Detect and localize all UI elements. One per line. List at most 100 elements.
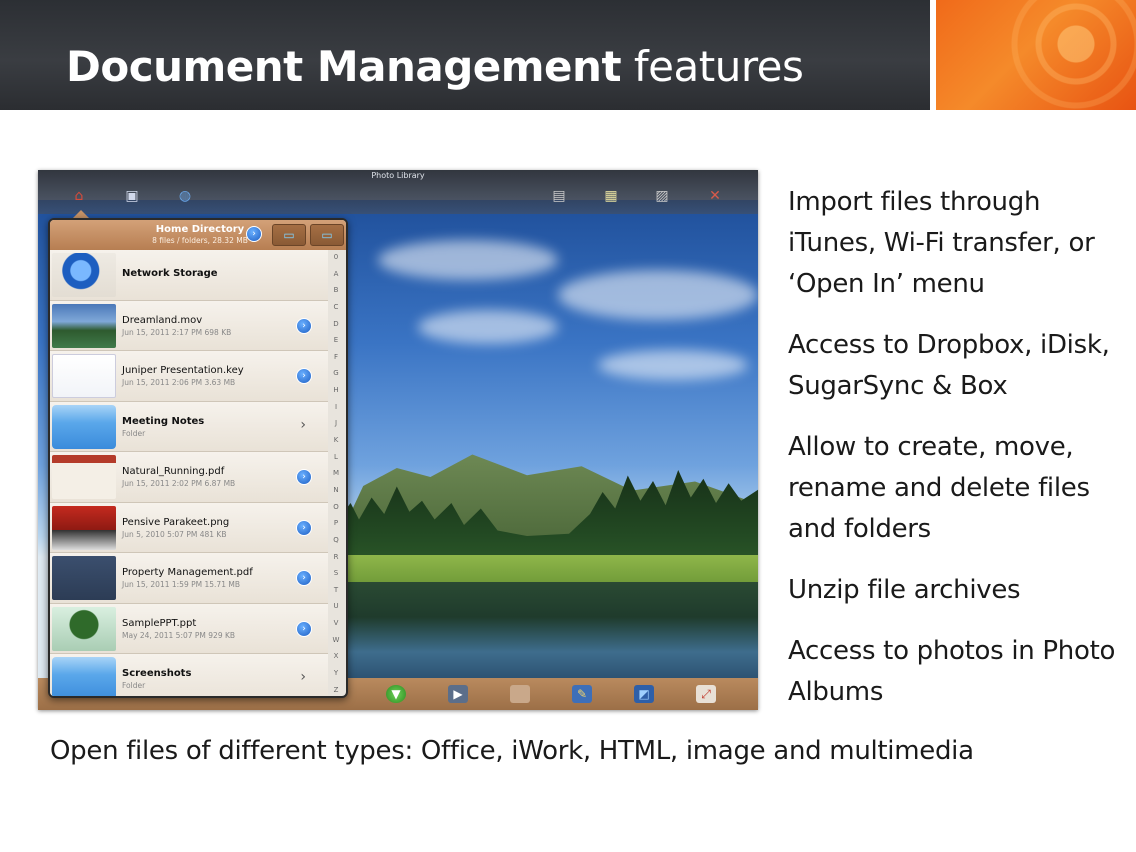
folder-icon bbox=[52, 404, 116, 449]
index-letter[interactable]: T bbox=[334, 586, 338, 594]
list-item[interactable]: Property Management.pdf Jun 15, 2011 1:5… bbox=[50, 553, 328, 604]
feature-item: Access to Dropbox, iDisk, SugarSync & Bo… bbox=[788, 330, 1110, 401]
detail-disclosure-icon[interactable]: › bbox=[296, 570, 312, 586]
note-icon[interactable]: ▦ bbox=[600, 186, 622, 206]
row-meta: Jun 5, 2010 5:07 PM 481 KB bbox=[122, 529, 227, 539]
cloud bbox=[558, 270, 758, 320]
chevron-right-icon: › bbox=[300, 416, 306, 433]
row-name: Network Storage bbox=[122, 268, 218, 279]
list-item[interactable]: Natural_Running.pdf Jun 15, 2011 2:02 PM… bbox=[50, 452, 328, 503]
row-name: Meeting Notes bbox=[122, 415, 205, 427]
row-meta: Jun 15, 2011 2:17 PM 698 KB bbox=[122, 327, 232, 337]
index-letter[interactable]: X bbox=[334, 653, 339, 660]
meadow bbox=[338, 555, 758, 585]
panel-header: Home Directory 8 files / folders, 28.32 … bbox=[50, 220, 346, 250]
list-item[interactable]: Screenshots Folder › bbox=[50, 654, 328, 696]
pdf-thumbnail bbox=[52, 455, 116, 499]
crop-icon[interactable]: ◩ bbox=[634, 685, 654, 703]
chevron-right-icon: › bbox=[300, 669, 306, 685]
index-letter[interactable]: Z bbox=[334, 686, 339, 694]
detail-disclosure-icon[interactable]: › bbox=[296, 317, 312, 334]
detail-disclosure-icon[interactable]: › bbox=[296, 368, 312, 384]
fullscreen-icon[interactable]: ⤢ bbox=[696, 685, 716, 703]
index-letter[interactable]: M bbox=[333, 470, 339, 477]
video-thumbnail bbox=[52, 303, 116, 348]
index-letter[interactable]: G bbox=[333, 370, 338, 377]
frame-icon[interactable] bbox=[510, 685, 530, 703]
row-name: Pensive Parakeet.png bbox=[122, 516, 230, 528]
slide-title-rest: features bbox=[633, 42, 804, 91]
lake bbox=[338, 582, 758, 682]
list-item[interactable]: SamplePPT.ppt May 24, 2011 5:07 PM 929 K… bbox=[50, 603, 328, 654]
index-letter[interactable]: N bbox=[333, 486, 338, 494]
panel-tab-cloud-icon[interactable]: ▭ bbox=[310, 224, 344, 246]
window-title: Photo Library bbox=[371, 171, 425, 180]
download-icon[interactable]: ▼ bbox=[386, 685, 406, 703]
slide-title: Document Management features bbox=[66, 42, 804, 98]
row-meta: Jun 15, 2011 2:06 PM 3.63 MB bbox=[122, 378, 236, 387]
index-letter[interactable]: U bbox=[333, 603, 338, 610]
index-letter[interactable]: I bbox=[335, 403, 337, 411]
row-meta: Folder bbox=[122, 428, 146, 438]
row-meta: May 24, 2011 5:07 PM 929 KB bbox=[122, 630, 236, 640]
index-letter[interactable]: O bbox=[333, 503, 339, 511]
photos-icon[interactable]: ▣ bbox=[121, 186, 143, 206]
cloud bbox=[418, 310, 558, 344]
panel-subtitle: 8 files / folders, 28.32 MB bbox=[152, 236, 248, 245]
index-letter[interactable]: P bbox=[334, 520, 338, 527]
index-letter[interactable]: D bbox=[333, 320, 338, 328]
row-name: Dreamland.mov bbox=[122, 314, 203, 326]
top-toolbar: Photo Library ⌂ ▣ ◍ ▤ ▦ ▨ ✕ bbox=[38, 170, 758, 214]
ppt-thumbnail bbox=[52, 606, 116, 651]
index-letter[interactable]: 0 bbox=[334, 254, 338, 261]
index-letter[interactable]: F bbox=[334, 353, 338, 361]
index-letter[interactable]: B bbox=[334, 287, 339, 294]
list-item[interactable]: Dreamland.mov Jun 15, 2011 2:17 PM 698 K… bbox=[50, 300, 328, 351]
feature-item: Import files through iTunes, Wi-Fi trans… bbox=[788, 187, 1095, 299]
panel-info-button[interactable]: › bbox=[246, 226, 262, 242]
list-item[interactable]: Pensive Parakeet.png Jun 5, 2010 5:07 PM… bbox=[50, 502, 328, 553]
keynote-thumbnail bbox=[52, 354, 116, 398]
globe-icon[interactable]: ◍ bbox=[174, 186, 196, 206]
alphabet-index[interactable]: 0 A B C D E F G H I J K L M N O P Q R S T U V W X Y Z bbox=[328, 254, 344, 694]
folder-icon bbox=[52, 657, 116, 696]
pdf-thumbnail bbox=[52, 556, 116, 600]
index-letter[interactable]: S bbox=[334, 570, 338, 577]
row-meta: Folder bbox=[122, 681, 146, 690]
index-letter[interactable]: R bbox=[334, 553, 339, 561]
index-letter[interactable]: A bbox=[334, 270, 339, 278]
feature-item: Unzip file archives bbox=[788, 575, 1021, 605]
row-name: Property Management.pdf bbox=[122, 567, 253, 578]
index-letter[interactable]: L bbox=[334, 453, 338, 461]
index-letter[interactable]: Y bbox=[334, 670, 338, 677]
list-item[interactable]: Network Storage bbox=[50, 250, 328, 301]
image-icon[interactable]: ▨ bbox=[651, 186, 673, 206]
index-letter[interactable]: H bbox=[333, 387, 338, 394]
slideshow-icon[interactable]: ▶ bbox=[448, 685, 468, 703]
list-item[interactable]: Meeting Notes Folder › bbox=[50, 401, 328, 452]
index-letter[interactable]: K bbox=[334, 437, 339, 444]
feature-item: Access to photos in Photo Albums bbox=[788, 636, 1116, 707]
slide-title-bold: Document Management bbox=[66, 42, 622, 91]
index-letter[interactable]: Q bbox=[333, 536, 339, 544]
index-letter[interactable]: C bbox=[334, 303, 339, 311]
slide-header: Document Management features bbox=[0, 0, 930, 110]
detail-disclosure-icon[interactable]: › bbox=[296, 620, 312, 637]
row-meta: Jun 15, 2011 2:02 PM 6.87 MB bbox=[122, 479, 236, 488]
index-letter[interactable]: W bbox=[333, 636, 340, 644]
detail-disclosure-icon[interactable]: › bbox=[296, 519, 312, 536]
folder-icon[interactable]: ▤ bbox=[548, 186, 570, 206]
edit-icon[interactable]: ✎ bbox=[572, 685, 592, 703]
list-item[interactable]: Juniper Presentation.key Jun 15, 2011 2:… bbox=[50, 351, 328, 402]
tools-icon[interactable]: ✕ bbox=[704, 186, 726, 206]
app-screenshot: Photo Library ⌂ ▣ ◍ ▤ ▦ ▨ ✕ ▼ ▶ ✎ ◩ ⤢ Ho… bbox=[38, 170, 758, 710]
index-letter[interactable]: J bbox=[335, 420, 337, 427]
header-accent-image bbox=[936, 0, 1136, 110]
detail-disclosure-icon[interactable]: › bbox=[296, 469, 312, 485]
panel-tab-files-icon[interactable]: ▭ bbox=[272, 224, 306, 246]
row-name: Juniper Presentation.key bbox=[122, 365, 244, 376]
home-icon[interactable]: ⌂ bbox=[68, 186, 90, 206]
feature-list: Import files through iTunes, Wi-Fi trans… bbox=[788, 182, 1128, 733]
index-letter[interactable]: V bbox=[334, 620, 339, 627]
index-letter[interactable]: E bbox=[334, 337, 338, 344]
